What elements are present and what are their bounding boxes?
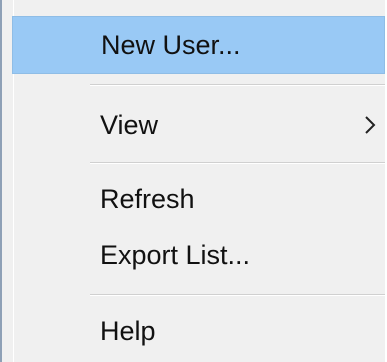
menu-item-label: New User... (101, 29, 241, 60)
menu-item-label: Export List... (100, 239, 251, 270)
menu-separator (90, 162, 385, 164)
menu-separator (90, 294, 385, 296)
menu-item-view[interactable]: View (12, 96, 385, 154)
menu-item-label: Refresh (100, 183, 195, 214)
chevron-right-icon (365, 116, 376, 134)
menu-item-export-list[interactable]: Export List... (12, 226, 385, 284)
menu-item-new-user[interactable]: New User... (12, 16, 385, 74)
menu-item-label: Help (100, 315, 156, 346)
menu-separator (90, 84, 385, 86)
menu-item-label: View (100, 109, 159, 140)
menu-item-help[interactable]: Help (12, 302, 385, 360)
menu-item-refresh[interactable]: Refresh (12, 170, 385, 228)
context-menu: New User... View Refresh Export List... … (0, 0, 385, 362)
